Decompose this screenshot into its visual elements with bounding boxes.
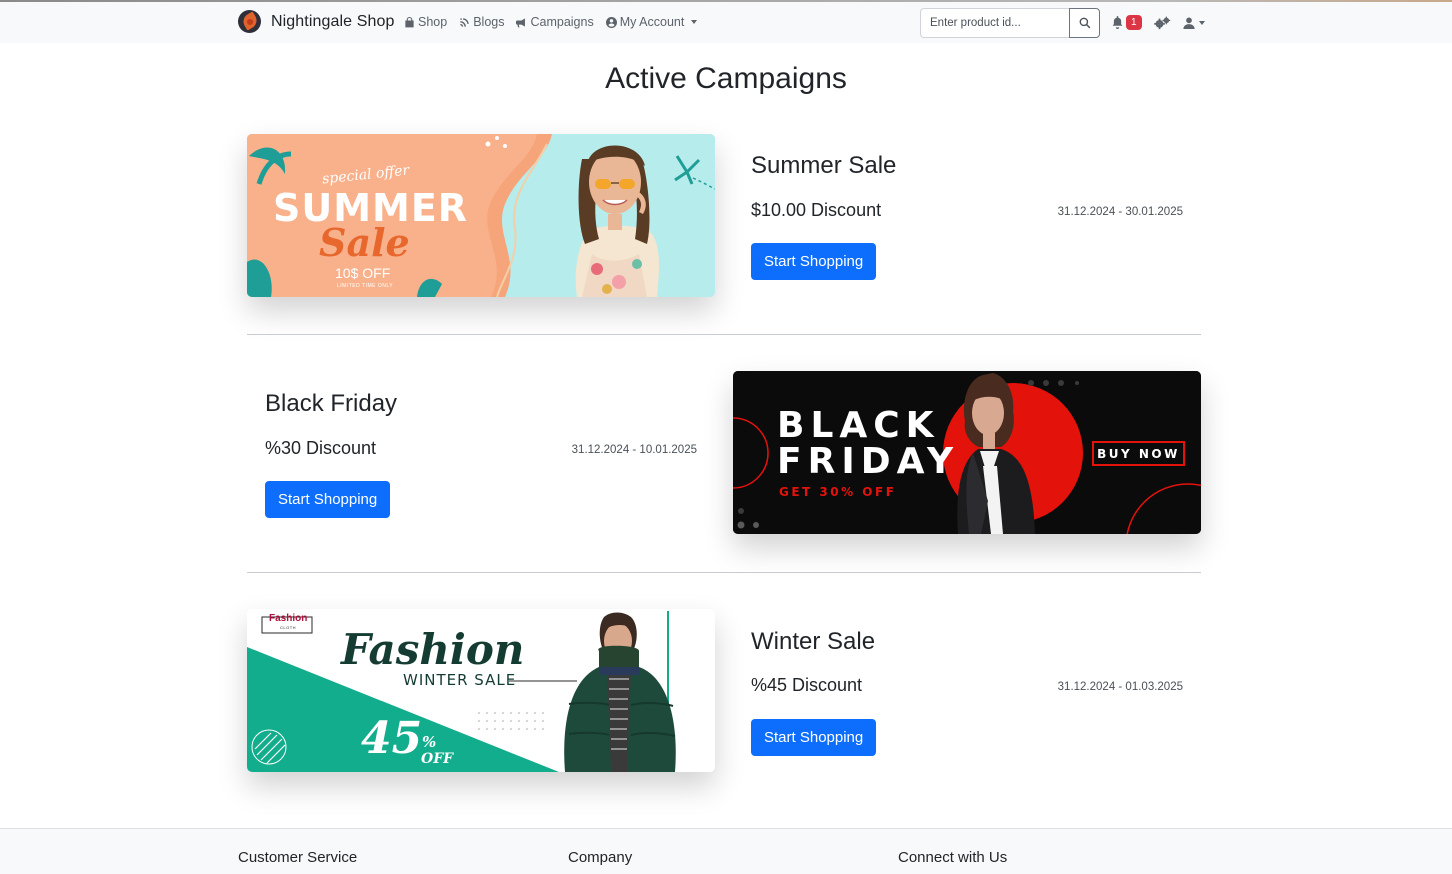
winter-banner-subhead: WINTER SALE	[403, 671, 517, 689]
chevron-down-icon	[1198, 20, 1205, 25]
campaign-dates-winter: 31.12.2024 - 01.03.2025	[1057, 681, 1183, 693]
settings-button[interactable]	[1153, 16, 1171, 30]
user-icon	[1182, 17, 1195, 29]
nav-campaigns[interactable]: Campaigns	[516, 15, 594, 29]
summer-banner-script: Sale	[319, 220, 410, 265]
nav-icons: 1	[1111, 15, 1205, 30]
summer-sale-banner[interactable]: special offer SUMMER Sale 10$ OFF LIMITE…	[247, 134, 715, 297]
summer-banner-fine-print: LIMITED TIME ONLY	[337, 283, 394, 289]
brand-name: Nightingale Shop	[271, 12, 395, 30]
megaphone-icon	[516, 17, 526, 27]
campaign-discount-summer: $10.00 Discount	[751, 200, 882, 220]
winter-sale-banner[interactable]: Fashion CLOTH Fashion WINTER SALE 45 % O…	[247, 609, 715, 772]
footer: Customer Service Company Connect with Us	[0, 828, 1452, 874]
start-shopping-button-black-friday[interactable]: Start Shopping	[265, 481, 391, 518]
nav-blogs[interactable]: Blogs	[459, 15, 504, 29]
chevron-down-icon	[691, 20, 698, 24]
start-shopping-button-winter[interactable]: Start Shopping	[751, 719, 877, 756]
nav-shop[interactable]: Shop	[404, 15, 447, 29]
nav-blogs-label: Blogs	[473, 15, 505, 29]
winter-banner-off: OFF	[421, 751, 454, 767]
campaign-dates-black-friday: 31.12.2024 - 10.01.2025	[571, 444, 697, 456]
nav-shop-label: Shop	[418, 15, 448, 29]
black-friday-banner[interactable]: BLACK FRIDAY GET 30% OFF BUY NOW	[733, 371, 1201, 534]
campaign-dates-summer: 31.12.2024 - 30.01.2025	[1057, 206, 1183, 218]
nav-campaigns-label: Campaigns	[530, 15, 594, 29]
winter-banner-percent: %	[422, 733, 437, 751]
notification-count-badge: 1	[1126, 15, 1142, 30]
brand-link[interactable]: Nightingale Shop	[238, 10, 394, 33]
campaign-divider	[247, 572, 1201, 573]
black-friday-offer: GET 30% OFF	[779, 485, 897, 499]
campaign-title-winter: Winter Sale	[751, 628, 876, 655]
footer-heading-company: Company	[568, 849, 633, 866]
start-shopping-button-summer[interactable]: Start Shopping	[751, 243, 877, 280]
notifications-button[interactable]: 1	[1111, 15, 1142, 30]
campaign-title-black-friday: Black Friday	[265, 390, 398, 417]
nightingale-logo-icon	[238, 10, 261, 33]
page-title: Active Campaigns	[605, 62, 847, 95]
nav-my-account[interactable]: My Account	[605, 15, 698, 29]
product-id-search-input[interactable]	[920, 8, 1069, 38]
campaign-discount-winter: %45 Discount	[751, 675, 863, 695]
navbar: Nightingale Shop Shop Blogs Campaigns My…	[0, 2, 1452, 43]
footer-heading-connect: Connect with Us	[898, 849, 1008, 866]
summer-banner-offer: 10$ OFF	[335, 265, 391, 281]
user-menu-button[interactable]	[1182, 17, 1205, 29]
campaign-title-summer: Summer Sale	[751, 152, 897, 179]
nav-my-account-label: My Account	[619, 15, 685, 29]
winter-banner-script: Fashion	[341, 625, 525, 674]
campaign-discount-black-friday: %30 Discount	[265, 438, 377, 458]
shopping-bag-icon	[405, 16, 414, 27]
search-icon	[1079, 17, 1090, 29]
winter-banner-logo: Fashion	[269, 613, 308, 624]
gears-icon	[1153, 16, 1170, 29]
winter-banner-number: 45	[361, 713, 423, 764]
search-button[interactable]	[1069, 8, 1100, 38]
winter-banner-logo-sub: CLOTH	[280, 625, 297, 630]
black-friday-buy-now-badge: BUY NOW	[1092, 441, 1185, 466]
black-friday-line1: BLACK	[777, 405, 940, 446]
bell-icon	[1112, 16, 1123, 29]
campaign-divider	[247, 334, 1201, 335]
footer-heading-customer-service: Customer Service	[238, 849, 358, 866]
user-circle-icon	[605, 16, 617, 28]
search-form	[920, 8, 1100, 38]
nav-links: Shop Blogs Campaigns My Account	[404, 15, 698, 29]
black-friday-line2: FRIDAY	[777, 441, 960, 482]
blog-icon	[460, 17, 469, 27]
